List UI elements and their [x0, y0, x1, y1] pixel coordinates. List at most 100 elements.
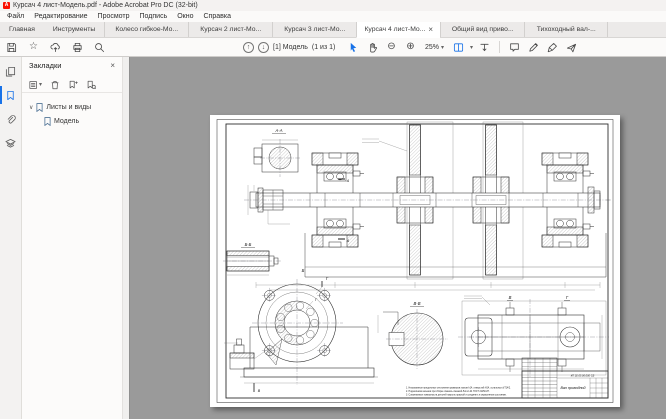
menu-sign[interactable]: Подпись [135, 13, 173, 20]
title-block-name: Вал приводной [560, 386, 585, 390]
search-icon[interactable] [92, 40, 107, 55]
doc-tab-label: Колесо гибкое-Мо... [115, 26, 178, 33]
hand-tool-icon[interactable] [365, 40, 380, 55]
page-indicator[interactable]: [1] Модель [273, 44, 308, 51]
tab-home[interactable]: Главная [0, 22, 44, 37]
technical-notes: 1. Неуказанные предельные отклонения раз… [406, 387, 511, 397]
share-cloud-icon[interactable] [48, 40, 63, 55]
fill-sign-icon[interactable] [545, 40, 560, 55]
housing-top-view: В Г [458, 295, 609, 377]
engineering-drawing: А-А [210, 115, 620, 407]
section-aa-view: А-А [254, 128, 300, 177]
bookmarks-panel: Закладки × ▾ ∨ Листы и виды [22, 57, 122, 419]
cut-arrow-a-label: А [346, 179, 350, 183]
title-block: КП.02.05.00.000 СБ Вал приводной [522, 358, 608, 398]
window-titlebar: A Курсач 4 лист-Модель.pdf - Adobe Acrob… [0, 0, 666, 11]
navigation-rail [0, 57, 22, 419]
doc-tab-2[interactable]: Курсач 2 лист-Мо... [188, 22, 272, 37]
chevron-down-icon[interactable]: ▾ [470, 44, 473, 51]
doc-tab-label: Курсач 3 лист-Мо... [284, 26, 345, 33]
window-title: Курсач 4 лист-Модель.pdf - Adobe Acrobat… [13, 2, 198, 9]
tab-tools[interactable]: Инструменты [44, 22, 104, 37]
select-tool-icon[interactable] [346, 40, 361, 55]
section-vv-view: В-В [378, 301, 448, 369]
print-icon[interactable] [70, 40, 85, 55]
find-bookmark-icon[interactable] [86, 80, 96, 90]
doc-tab-4-active[interactable]: Курсач 4 лист-Мо... × [356, 22, 440, 38]
attachments-icon[interactable] [0, 107, 21, 131]
page-thumbnails-icon[interactable] [0, 59, 21, 83]
comment-icon[interactable] [507, 40, 522, 55]
toolbar-divider [499, 41, 500, 53]
panel-title: Закладки [29, 61, 61, 70]
zoom-level-value: 25% [425, 44, 439, 51]
doc-tab-6[interactable]: Тихоходный вал-... [524, 22, 608, 37]
bookmarks-panel-icon[interactable] [0, 83, 21, 107]
tree-caret-icon[interactable]: ∨ [29, 104, 33, 111]
fit-width-icon[interactable] [477, 40, 492, 55]
note-line: 2. Подшипники качения при сборке смазать… [406, 390, 490, 393]
zoom-level-dropdown[interactable]: 25% ▾ [422, 43, 447, 52]
bookmark-item-model[interactable]: Модель [29, 114, 122, 128]
star-icon[interactable]: ☆ [26, 40, 41, 55]
doc-tab-3[interactable]: Курсач 3 лист-Мо... [272, 22, 356, 37]
menu-view[interactable]: Просмотр [93, 13, 135, 20]
menu-window[interactable]: Окно [172, 13, 198, 20]
bookmark-options-icon[interactable]: ▾ [29, 80, 42, 90]
content-area: Закладки × ▾ ∨ Листы и виды [0, 57, 666, 419]
doc-tab-5[interactable]: Общий вид приво... [440, 22, 524, 37]
chevron-down-icon: ▾ [39, 81, 42, 88]
send-share-icon[interactable] [564, 40, 579, 55]
doc-tab-label: Тихоходный вал-... [537, 26, 596, 33]
acrobat-logo-icon: A [3, 2, 10, 9]
note-line: 1. Неуказанные предельные отклонения раз… [406, 387, 511, 390]
bookmarks-tree: ∨ Листы и виды Модель [22, 93, 122, 128]
plan-g-label: Г [566, 295, 569, 300]
menu-bar: Файл Редактирование Просмотр Подпись Окн… [0, 11, 666, 22]
tab-bar: Главная Инструменты Колесо гибкое-Мо... … [0, 22, 666, 38]
page-count: (1 из 1) [312, 44, 335, 51]
tab-close-icon[interactable]: × [428, 25, 433, 34]
acrobat-window: A Курсач 4 лист-Модель.pdf - Adobe Acrob… [0, 0, 666, 419]
previous-page-button[interactable]: ↑ [243, 42, 254, 53]
save-icon[interactable] [4, 40, 19, 55]
main-toolbar: ☆ ↑ ↓ [1] Модель (1 из 1) ⊖ ⊕ 25% ▾ [0, 38, 666, 57]
main-assembly-view: А А [244, 122, 611, 290]
panel-resize-handle[interactable] [122, 57, 130, 419]
bookmark-label: Модель [54, 118, 79, 125]
note-line: 3. Сопрягаемые поверхности деталей покры… [406, 394, 507, 397]
view-v-flag-label: В [258, 389, 261, 393]
chevron-down-icon: ▾ [441, 44, 444, 51]
bookmark-label: Листы и виды [46, 104, 91, 111]
bookmark-flag-icon [36, 103, 43, 112]
doc-tab-label: Курсач 4 лист-Мо... [364, 26, 425, 33]
page-view-icon[interactable] [451, 40, 466, 55]
bearing-unit-front-view: Б [224, 268, 378, 393]
add-bookmark-icon[interactable] [68, 80, 78, 90]
delete-bookmark-icon[interactable] [50, 80, 60, 90]
layers-icon[interactable] [0, 131, 21, 155]
title-block-code: КП.02.05.00.000 СБ [571, 373, 595, 377]
cut-arrow-a-label: А [346, 239, 350, 243]
menu-edit[interactable]: Редактирование [29, 13, 92, 20]
document-canvas[interactable]: А-А [130, 57, 666, 419]
section-vv-label: В-В [414, 301, 421, 306]
pdf-page: А-А [210, 115, 620, 407]
doc-tab-label: Курсач 2 лист-Мо... [200, 26, 261, 33]
pencil-icon[interactable] [526, 40, 541, 55]
section-aa-label: А-А [275, 128, 283, 133]
close-icon[interactable]: × [110, 61, 115, 70]
zoom-in-icon[interactable]: ⊕ [403, 40, 418, 55]
view-g-flag-label: Г [326, 276, 329, 281]
zoom-out-icon[interactable]: ⊖ [384, 40, 399, 55]
next-page-button[interactable]: ↓ [258, 42, 269, 53]
plan-v-label: В [509, 295, 512, 300]
view-b-label: Б [302, 268, 305, 273]
bookmark-flag-icon [44, 117, 51, 126]
menu-help[interactable]: Справка [199, 13, 236, 20]
menu-file[interactable]: Файл [2, 13, 29, 20]
doc-tab-label: Общий вид приво... [452, 26, 514, 33]
bookmark-item-sheets[interactable]: ∨ Листы и виды [29, 100, 122, 114]
doc-tab-1[interactable]: Колесо гибкое-Мо... [104, 22, 188, 37]
section-bb-label: Б-Б [245, 242, 252, 247]
